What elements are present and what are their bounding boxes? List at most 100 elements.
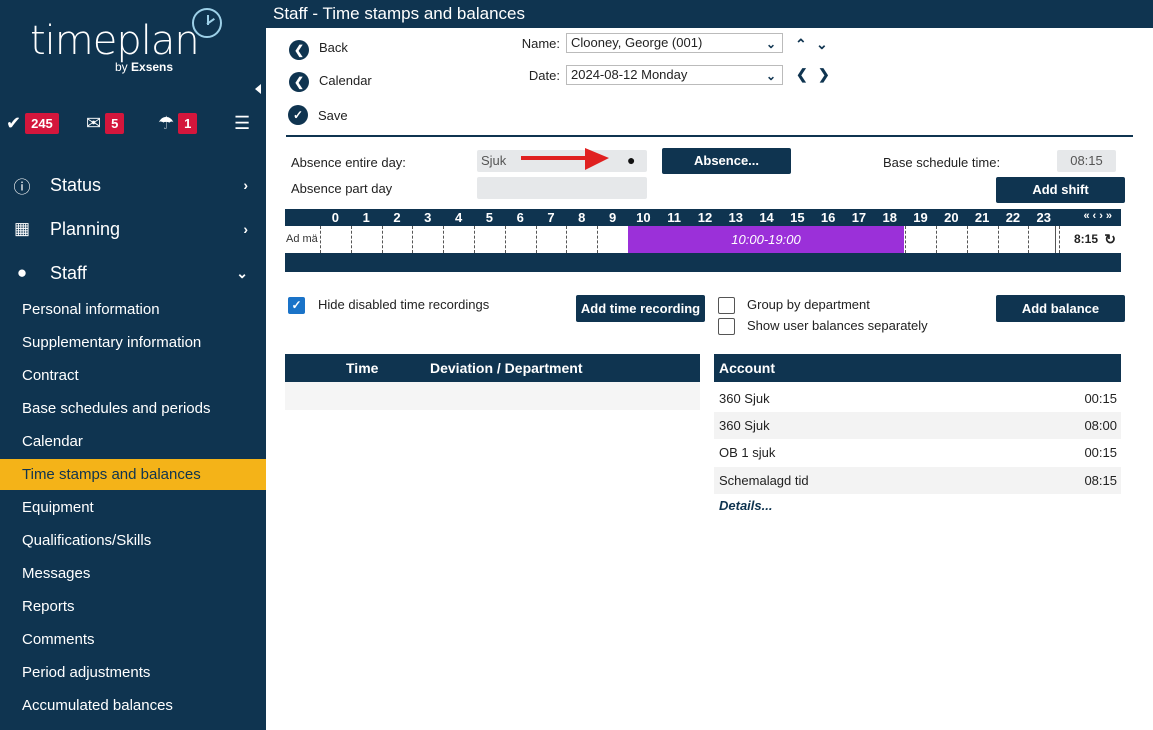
- timeline-hour-cell[interactable]: [412, 226, 414, 253]
- hide-disabled-checkbox[interactable]: ✓: [288, 297, 305, 314]
- timeline-hour-label: 1: [362, 210, 370, 225]
- timeline-hour-cell[interactable]: [350, 226, 352, 253]
- name-select[interactable]: Clooney, George (001) ⌄: [566, 33, 783, 53]
- chevron-right-icon: ›: [243, 177, 248, 193]
- col-time[interactable]: Time: [346, 360, 378, 376]
- timeline-hour-label: 7: [547, 210, 555, 225]
- group-by-department-label: Group by department: [747, 297, 870, 312]
- sidebar-item-supplementary-information[interactable]: Supplementary information: [0, 327, 266, 358]
- back-button[interactable]: Back: [319, 40, 348, 55]
- nav-planning[interactable]: ▦ Planning ›: [0, 207, 266, 251]
- nav-planning-label: Planning: [50, 218, 121, 239]
- sidebar-item-time-stamps[interactable]: Time stamps and balances: [0, 459, 266, 490]
- account-name: OB 1 sjuk: [719, 445, 776, 460]
- account-value: 08:15: [1084, 473, 1117, 488]
- umbrella-icon: ☂: [158, 113, 175, 133]
- collapse-sidebar-icon[interactable]: [255, 84, 261, 94]
- sidebar-item-equipment[interactable]: Equipment: [0, 492, 266, 523]
- timeline-hour-label: 16: [820, 210, 836, 225]
- nav-staff[interactable]: ● Staff ⌄: [0, 251, 266, 295]
- table-row: 360 Sjuk 00:15: [714, 385, 1121, 412]
- chevron-down-icon: ⌄: [765, 37, 776, 51]
- back-arrow-icon[interactable]: ❮: [289, 40, 309, 60]
- col-account[interactable]: Account: [719, 360, 775, 376]
- timeline-hour-cell[interactable]: [504, 226, 506, 253]
- timeline-hour-cell[interactable]: [905, 226, 907, 253]
- account-value: 00:15: [1084, 391, 1117, 406]
- nav-status-label: Status: [50, 174, 102, 195]
- timeline-row[interactable]: Ad mä 10:00-19:00 8:15 ↻: [285, 226, 1121, 253]
- sidebar: timeplan by Exsens ✔ 245 ✉ 5 ☂ 1 ☰ ⓘ Sta…: [0, 0, 266, 730]
- timeline-hour-cell[interactable]: [1028, 226, 1030, 253]
- name-label: Name:: [521, 36, 560, 51]
- absence-badge[interactable]: ☂ 1: [158, 112, 198, 134]
- hide-disabled-label: Hide disabled time recordings: [318, 297, 490, 312]
- timeline-hour-label: 21: [974, 210, 990, 225]
- timeline-hours: 0 1 2 3 4 5 6 7 8 9 10 11 12 13 14 15 16 17 18 19 20 21 22 23: [320, 210, 1059, 226]
- nav-status[interactable]: ⓘ Status ›: [0, 163, 266, 207]
- next-person-icon[interactable]: ⌄: [816, 36, 828, 53]
- add-time-recording-button[interactable]: Add time recording: [576, 295, 705, 322]
- timeline-hour-cell[interactable]: [966, 226, 968, 253]
- timeline-total: 8:15 ↻: [1055, 226, 1121, 253]
- time-table-header: Time Deviation / Department: [285, 354, 700, 382]
- timeplan-logo[interactable]: timeplan by Exsens: [30, 8, 230, 78]
- next-date-icon[interactable]: ❯: [818, 66, 830, 83]
- timeline-hour-label: 5: [485, 210, 493, 225]
- user-icon: ●: [16, 263, 28, 282]
- list-menu-button[interactable]: ☰: [234, 112, 250, 134]
- sidebar-item-personal-information[interactable]: Personal information: [0, 294, 266, 325]
- tasks-badge[interactable]: ✔ 245: [6, 112, 59, 134]
- show-user-balances-label: Show user balances separately: [747, 318, 928, 333]
- sidebar-item-base-schedules[interactable]: Base schedules and periods: [0, 393, 266, 424]
- sidebar-item-accumulated-balances[interactable]: Accumulated balances: [0, 690, 266, 721]
- timeline-hour-label: 20: [944, 210, 959, 225]
- timeline-hour-label: 22: [1005, 210, 1021, 225]
- sidebar-item-calendar[interactable]: Calendar: [0, 426, 266, 457]
- calendar-arrow-icon[interactable]: ❮: [289, 72, 309, 92]
- timeline-shift[interactable]: 10:00-19:00: [628, 226, 904, 253]
- col-deviation-department[interactable]: Deviation / Department: [430, 360, 582, 376]
- timeline-hour-label: 9: [608, 210, 617, 225]
- refresh-icon[interactable]: ↻: [1104, 226, 1116, 253]
- list-icon: ☰: [234, 113, 251, 133]
- details-link[interactable]: Details...: [719, 498, 772, 513]
- absence-part-day-field[interactable]: [477, 177, 647, 199]
- timeline-hour-cell[interactable]: [997, 226, 999, 253]
- chevron-right-icon: ›: [243, 221, 248, 237]
- calendar-button[interactable]: Calendar: [319, 73, 372, 88]
- group-by-department-checkbox[interactable]: [718, 297, 735, 314]
- messages-badge[interactable]: ✉ 5: [86, 112, 125, 134]
- save-check-icon[interactable]: ✓: [288, 105, 308, 125]
- sidebar-item-contract[interactable]: Contract: [0, 360, 266, 391]
- timeline-hour-cell[interactable]: [597, 226, 599, 253]
- table-row: 360 Sjuk 08:00: [714, 412, 1121, 439]
- timeline-hour-cell[interactable]: [443, 226, 445, 253]
- main-content: ❮ Back ❮ Calendar ✓ Save Name: Clooney, …: [266, 28, 1153, 730]
- sidebar-item-period-adjustments[interactable]: Period adjustments: [0, 657, 266, 688]
- timeline-hour-cell[interactable]: [535, 226, 537, 253]
- timeline-hour-cell[interactable]: [474, 226, 475, 253]
- save-button[interactable]: Save: [318, 108, 348, 123]
- nav-staff-label: Staff: [50, 262, 87, 283]
- timeline-hour-cell[interactable]: [936, 226, 937, 253]
- sidebar-item-qualifications[interactable]: Qualifications/Skills: [0, 525, 266, 556]
- sidebar-item-reports[interactable]: Reports: [0, 591, 266, 622]
- timeline-hour-label: 18: [882, 210, 897, 225]
- absence-button[interactable]: Absence...: [662, 148, 791, 174]
- timeline-hour-cell[interactable]: [320, 226, 321, 253]
- timeline-hour-label: 23: [1036, 210, 1051, 225]
- previous-person-icon[interactable]: ⌃: [795, 36, 807, 53]
- sidebar-item-messages[interactable]: Messages: [0, 558, 266, 589]
- previous-date-icon[interactable]: ❮: [796, 66, 808, 83]
- absence-count: 1: [178, 112, 198, 134]
- person-icon[interactable]: ●: [627, 152, 635, 168]
- add-balance-button[interactable]: Add balance: [996, 295, 1125, 322]
- sidebar-item-comments[interactable]: Comments: [0, 624, 266, 655]
- add-shift-button[interactable]: Add shift: [996, 177, 1125, 203]
- timeline-navigation-icon[interactable]: «‹›»: [1083, 210, 1115, 222]
- show-user-balances-checkbox[interactable]: [718, 318, 735, 335]
- timeline-hour-cell[interactable]: [566, 226, 568, 253]
- timeline-hour-cell[interactable]: [381, 226, 383, 253]
- date-select[interactable]: 2024-08-12 Monday ⌄: [566, 65, 783, 85]
